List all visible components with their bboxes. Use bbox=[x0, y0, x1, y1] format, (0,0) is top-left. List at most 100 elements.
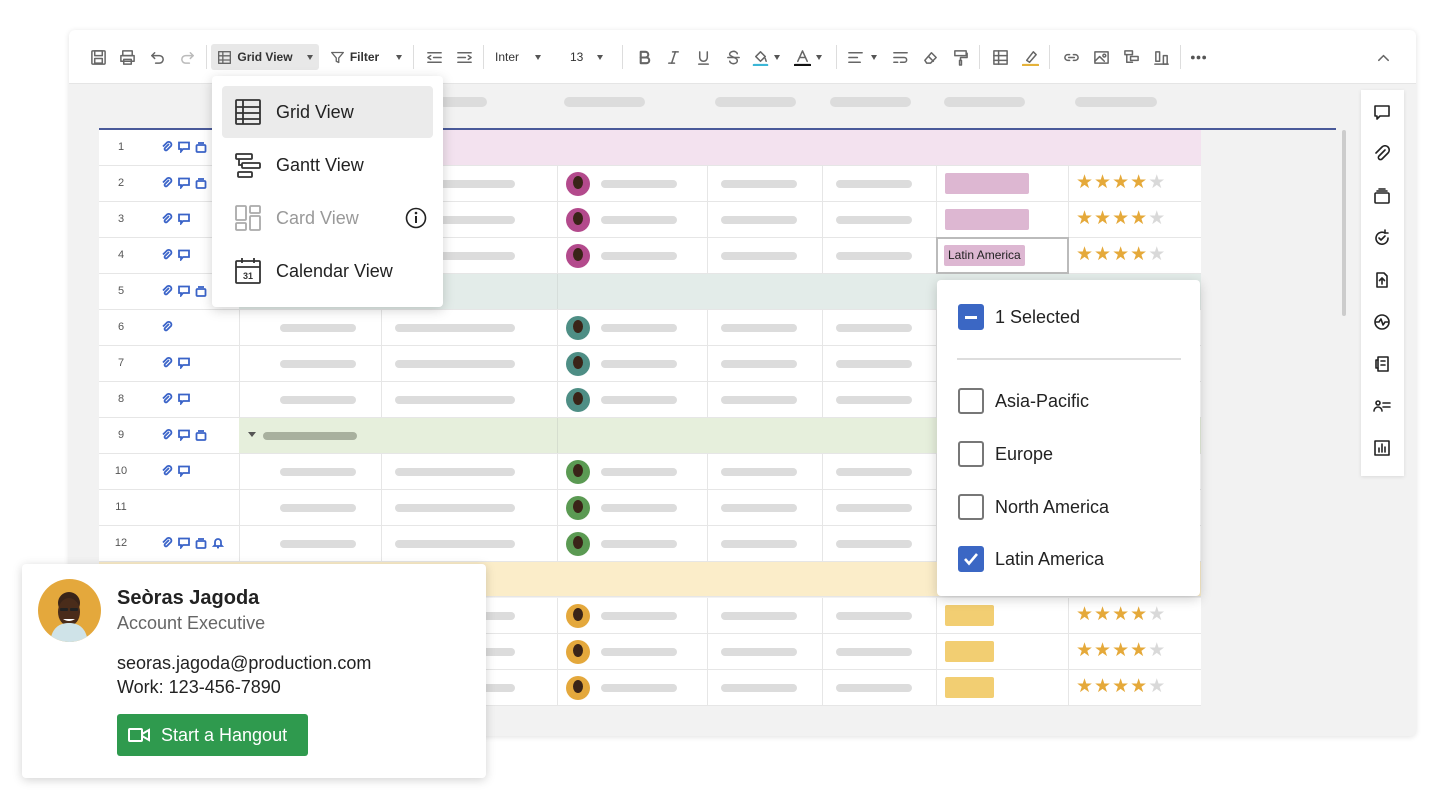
rating-stars[interactable]: ★ ★ ★ ★ ★ bbox=[1076, 677, 1165, 697]
cell-placeholder[interactable] bbox=[395, 504, 515, 512]
cell-placeholder[interactable] bbox=[836, 540, 912, 548]
cell-placeholder[interactable] bbox=[836, 504, 912, 512]
contact-phone[interactable]: Work: 123-456-7890 bbox=[117, 677, 281, 698]
cell-placeholder[interactable] bbox=[721, 324, 797, 332]
font-size-select[interactable]: 13 bbox=[570, 44, 612, 70]
people-icon[interactable] bbox=[1372, 396, 1392, 416]
cell-placeholder[interactable] bbox=[836, 612, 912, 620]
assignee-avatar[interactable] bbox=[566, 604, 590, 628]
strikethrough-icon[interactable] bbox=[722, 44, 744, 70]
row-number[interactable]: 10 bbox=[99, 454, 143, 489]
rating-stars[interactable]: ★ ★ ★ ★ ★ bbox=[1076, 605, 1165, 625]
row-number[interactable]: 12 bbox=[99, 526, 143, 561]
row-number[interactable]: 1 bbox=[99, 130, 143, 165]
row-number[interactable]: 3 bbox=[99, 202, 143, 237]
highlight-icon[interactable] bbox=[1019, 44, 1041, 70]
assignee-avatar[interactable] bbox=[566, 532, 590, 556]
cell-placeholder[interactable] bbox=[836, 360, 912, 368]
bold-icon[interactable] bbox=[633, 44, 655, 70]
update-requests-icon[interactable] bbox=[1372, 228, 1392, 248]
cell-placeholder[interactable] bbox=[280, 540, 356, 548]
assignee-avatar[interactable] bbox=[566, 496, 590, 520]
outdent-icon[interactable] bbox=[423, 44, 445, 70]
image-icon[interactable] bbox=[1090, 44, 1112, 70]
cell-placeholder[interactable] bbox=[280, 504, 356, 512]
row-number[interactable]: 4 bbox=[99, 238, 143, 273]
attachment-icon[interactable] bbox=[1372, 144, 1392, 164]
cell-placeholder[interactable] bbox=[395, 396, 515, 404]
cell-placeholder[interactable] bbox=[721, 540, 797, 548]
region-tag[interactable] bbox=[945, 641, 994, 662]
view-selector-button[interactable]: Grid View bbox=[211, 44, 319, 70]
column-header[interactable] bbox=[439, 97, 487, 107]
region-option-checkbox[interactable] bbox=[958, 546, 984, 572]
assignee-avatar[interactable] bbox=[566, 640, 590, 664]
rating-stars[interactable]: ★ ★ ★ ★ ★ bbox=[1076, 209, 1165, 229]
underline-icon[interactable] bbox=[692, 44, 714, 70]
row-number[interactable]: 6 bbox=[99, 310, 143, 345]
font-family-select[interactable]: Inter bbox=[495, 44, 553, 70]
cell-placeholder[interactable] bbox=[836, 180, 912, 188]
cell-placeholder[interactable] bbox=[601, 468, 677, 476]
assignee-avatar[interactable] bbox=[566, 172, 590, 196]
cell-placeholder[interactable] bbox=[395, 468, 515, 476]
table-icon[interactable] bbox=[989, 44, 1011, 70]
assignee-avatar[interactable] bbox=[566, 244, 590, 268]
redo-icon[interactable] bbox=[176, 44, 198, 70]
selected-region-cell[interactable]: Latin America bbox=[936, 237, 1069, 274]
link-icon[interactable] bbox=[1060, 44, 1082, 70]
cell-placeholder[interactable] bbox=[601, 252, 677, 260]
view-menu-item-card[interactable]: Card View bbox=[222, 192, 433, 244]
activity-log-icon[interactable] bbox=[1372, 312, 1392, 332]
region-option-label[interactable]: Europe bbox=[995, 444, 1053, 465]
column-header[interactable] bbox=[1075, 97, 1157, 107]
cell-placeholder[interactable] bbox=[721, 684, 797, 692]
fill-color-button[interactable] bbox=[752, 44, 788, 70]
cell-placeholder[interactable] bbox=[280, 324, 356, 332]
select-all-checkbox[interactable] bbox=[958, 304, 984, 330]
region-tag[interactable] bbox=[945, 605, 994, 626]
region-tag[interactable] bbox=[945, 173, 1029, 194]
rating-stars[interactable]: ★ ★ ★ ★ ★ bbox=[1076, 245, 1165, 265]
eraser-icon[interactable] bbox=[919, 44, 941, 70]
column-header[interactable] bbox=[830, 97, 911, 107]
column-header[interactable] bbox=[564, 97, 645, 107]
comments-icon[interactable] bbox=[1372, 102, 1392, 122]
assignee-avatar[interactable] bbox=[566, 388, 590, 412]
vertical-scrollbar[interactable] bbox=[1342, 130, 1346, 316]
cell-placeholder[interactable] bbox=[601, 216, 677, 224]
column-header[interactable] bbox=[715, 97, 796, 107]
rating-stars[interactable]: ★ ★ ★ ★ ★ bbox=[1076, 641, 1165, 661]
cell-placeholder[interactable] bbox=[395, 360, 515, 368]
expand-caret-icon[interactable] bbox=[248, 432, 256, 437]
cell-placeholder[interactable] bbox=[395, 324, 515, 332]
view-menu-item-gantt[interactable]: Gantt View bbox=[222, 139, 433, 191]
cell-placeholder[interactable] bbox=[280, 360, 356, 368]
italic-icon[interactable] bbox=[662, 44, 684, 70]
region-option-label[interactable]: North America bbox=[995, 497, 1109, 518]
row-number[interactable]: 7 bbox=[99, 346, 143, 381]
view-menu-item-grid[interactable]: Grid View bbox=[222, 86, 433, 138]
region-tag[interactable] bbox=[945, 677, 994, 698]
report-chart-icon[interactable] bbox=[1372, 438, 1392, 458]
cell-placeholder[interactable] bbox=[280, 468, 356, 476]
start-hangout-button[interactable]: Start a Hangout bbox=[117, 714, 308, 756]
cell-placeholder[interactable] bbox=[601, 684, 677, 692]
cell-placeholder[interactable] bbox=[601, 180, 677, 188]
cell-placeholder[interactable] bbox=[601, 504, 677, 512]
cell-placeholder[interactable] bbox=[836, 684, 912, 692]
row-number[interactable]: 5 bbox=[99, 274, 143, 309]
cell-placeholder[interactable] bbox=[601, 612, 677, 620]
cell-placeholder[interactable] bbox=[721, 180, 797, 188]
cell-placeholder[interactable] bbox=[836, 648, 912, 656]
cell-placeholder[interactable] bbox=[601, 360, 677, 368]
assignee-avatar[interactable] bbox=[566, 460, 590, 484]
cell-placeholder[interactable] bbox=[836, 468, 912, 476]
cell-placeholder[interactable] bbox=[601, 540, 677, 548]
summary-icon[interactable] bbox=[1372, 354, 1392, 374]
publish-icon[interactable] bbox=[1372, 270, 1392, 290]
save-icon[interactable] bbox=[87, 44, 109, 70]
cell-placeholder[interactable] bbox=[395, 540, 515, 548]
cell-placeholder[interactable] bbox=[836, 252, 912, 260]
cell-placeholder[interactable] bbox=[721, 468, 797, 476]
